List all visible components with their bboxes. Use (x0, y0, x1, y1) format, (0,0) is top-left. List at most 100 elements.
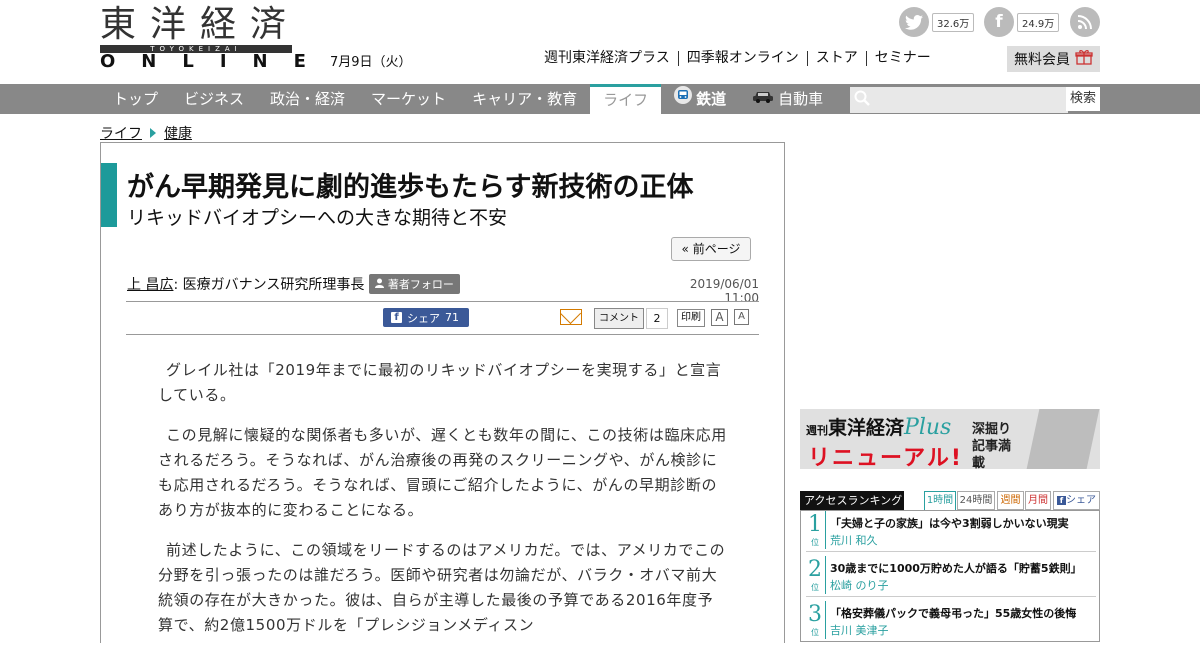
rss-link[interactable] (1070, 7, 1100, 37)
main-nav: トップ ビジネス 政治・経済 マーケット キャリア・教育 ライフ 鉄道 自動車 … (0, 84, 1200, 114)
ranking-item[interactable]: 2 位 30歳までに1000万貯めた人が語る「貯蓄5鉄則」 松崎 のり子 (806, 556, 1096, 597)
author-name[interactable]: 上 昌広 (127, 274, 173, 294)
breadcrumb-life[interactable]: ライフ (100, 123, 142, 143)
share-tab-label: シェア (1066, 495, 1096, 506)
weekly-plus-banner[interactable]: 週刊東洋経済Plus リニューアル! 深掘り記事満載 (800, 409, 1100, 469)
banner-plus: Plus (904, 415, 952, 440)
rank-divider (825, 556, 826, 594)
nav-railway[interactable]: 鉄道 (661, 84, 739, 114)
free-member-button[interactable]: 無料会員 (1007, 46, 1100, 72)
ranking-tab-month[interactable]: 月間 (1025, 491, 1051, 510)
link-seminar[interactable]: セミナー (865, 51, 939, 66)
article-toolbar: f シェア 71 コメント 2 印刷 A A (126, 301, 759, 335)
rank-unit: 位 (811, 538, 819, 547)
breadcrumb: ライフ 健康 (100, 123, 192, 143)
nav-politics-economy[interactable]: 政治・経済 (257, 84, 358, 114)
current-date: 7月9日（火） (330, 55, 412, 70)
rank-author: 荒川 和久 (830, 534, 878, 547)
facebook-follow[interactable]: f 24.9万 (984, 7, 1060, 37)
facebook-share-button[interactable]: f シェア 71 (383, 308, 469, 327)
user-icon (375, 278, 388, 291)
rank-title: 「格安葬儀パックで義母弔った」55歳女性の後悔 (830, 607, 1077, 620)
rank-title: 「夫婦と子の家族」は今や3割弱しかいない現実 (830, 517, 1069, 530)
rank-author: 吉川 美津子 (830, 624, 889, 637)
follow-label: 著者フォロー (387, 278, 454, 291)
title-accent-bar (101, 163, 117, 227)
ranking-tab-week[interactable]: 週間 (997, 491, 1024, 510)
breadcrumb-health[interactable]: 健康 (164, 123, 192, 143)
font-size-large-button[interactable]: A (711, 309, 728, 326)
ranking-item[interactable]: 1 位 「夫婦と子の家族」は今や3割弱しかいない現実 荒川 和久 (806, 511, 1096, 552)
twitter-icon (899, 7, 929, 37)
facebook-icon: f (391, 312, 402, 323)
search-icon (854, 90, 870, 110)
site-logo[interactable]: 東洋経済 TOYOKEIZAI ONLINE (100, 5, 332, 72)
logo-online: ONLINE (100, 51, 332, 72)
link-store[interactable]: ストア (806, 51, 866, 66)
nav-car[interactable]: 自動車 (739, 84, 836, 114)
paragraph: グレイル社は「2019年までに最初のリキッドバイオプシーを実現する」と宣言してい… (158, 361, 722, 404)
paragraph: 前述したように、この領域をリードするのはアメリカだ。では、アメリカでこの分野を引… (158, 541, 726, 634)
author-role: : 医療ガバナンス研究所理事長 (173, 277, 365, 293)
train-icon (674, 84, 693, 114)
facebook-count: 24.9万 (1017, 12, 1060, 32)
comment-count: 2 (646, 308, 668, 329)
nav-career-education[interactable]: キャリア・教育 (459, 84, 590, 114)
ranking-list: 1 位 「夫婦と子の家族」は今や3割弱しかいない現実 荒川 和久 2 位 30歳… (800, 510, 1100, 642)
search-input[interactable] (850, 87, 1068, 113)
nav-life[interactable]: ライフ (590, 84, 662, 114)
rank-title: 30歳までに1000万貯めた人が語る「貯蓄5鉄則」 (830, 562, 1082, 575)
link-weekly-plus[interactable]: 週刊東洋経済プラス (536, 51, 678, 66)
facebook-icon: f (1057, 496, 1066, 505)
article: がん早期発見に劇的進歩もたらす新技術の正体 リキッドバイオプシーへの大きな期待と… (100, 142, 785, 643)
article-body: グレイル社は「2019年までに最初のリキッドバイオプシーを実現する」と宣言してい… (158, 358, 728, 653)
smartphone-image (1026, 409, 1100, 469)
ranking-tab-24h[interactable]: 24時間 (957, 491, 995, 510)
ranking-tab-share[interactable]: f シェア (1053, 491, 1100, 510)
nav-car-label: 自動車 (778, 90, 824, 108)
rank-divider (825, 601, 826, 639)
ranking-item[interactable]: 3 位 「格安葬儀パックで義母弔った」55歳女性の後悔 吉川 美津子 (806, 601, 1096, 641)
top-links: 週刊東洋経済プラス 四季報オンライン ストア セミナー (536, 51, 939, 66)
gift-icon (1075, 49, 1093, 69)
rank-number: 2 (808, 557, 822, 582)
nav-market[interactable]: マーケット (358, 84, 459, 114)
nav-railway-label: 鉄道 (696, 90, 727, 108)
search-button[interactable]: 検索 (1066, 87, 1100, 111)
article-subtitle: リキッドバイオプシーへの大きな期待と不安 (127, 207, 508, 229)
author-follow-button[interactable]: 著者フォロー (369, 274, 460, 294)
rank-divider (825, 511, 826, 549)
font-size-small-button[interactable]: A (734, 309, 749, 325)
member-label: 無料会員 (1014, 52, 1070, 68)
breadcrumb-arrow-icon (150, 128, 156, 138)
ranking-header: アクセスランキング 1時間 24時間 週間 月間 f シェア (800, 491, 1100, 510)
print-button[interactable]: 印刷 (677, 309, 705, 327)
facebook-icon: f (984, 7, 1014, 37)
twitter-follow[interactable]: 32.6万 (899, 7, 975, 37)
rank-unit: 位 (811, 583, 819, 592)
rss-icon (1070, 7, 1100, 37)
banner-weekly: 週刊 (806, 424, 828, 437)
ranking-tab-1h[interactable]: 1時間 (924, 491, 956, 510)
banner-tagline: 深掘り記事満載 (972, 422, 1012, 469)
author-line: 上 昌広 : 医療ガバナンス研究所理事長 著者フォロー (127, 274, 460, 294)
article-title: がん早期発見に劇的進歩もたらす新技術の正体 (127, 172, 694, 203)
share-count: 71 (445, 311, 459, 324)
rank-unit: 位 (811, 628, 819, 637)
nav-top[interactable]: トップ (100, 84, 171, 114)
car-icon (752, 84, 774, 114)
comment-button[interactable]: コメント (594, 308, 644, 329)
prev-page-button[interactable]: « 前ページ (671, 237, 751, 261)
banner-renewal: リニューアル! (808, 446, 963, 469)
share-label: シェア (407, 311, 440, 325)
nav-business[interactable]: ビジネス (171, 84, 257, 114)
mail-icon[interactable] (560, 309, 582, 325)
rank-number: 1 (808, 512, 822, 537)
ranking-title: アクセスランキング (800, 491, 904, 510)
rank-number: 3 (808, 602, 822, 627)
rank-author: 松崎 のり子 (830, 579, 889, 592)
paragraph: この見解に懐疑的な関係者も多いが、遅くとも数年の間に、この技術は臨床応用されるだ… (158, 426, 727, 519)
banner-title: 週刊東洋経済Plus (806, 413, 951, 440)
banner-brand: 東洋経済 (828, 417, 905, 439)
link-shikiho[interactable]: 四季報オンライン (677, 51, 807, 66)
